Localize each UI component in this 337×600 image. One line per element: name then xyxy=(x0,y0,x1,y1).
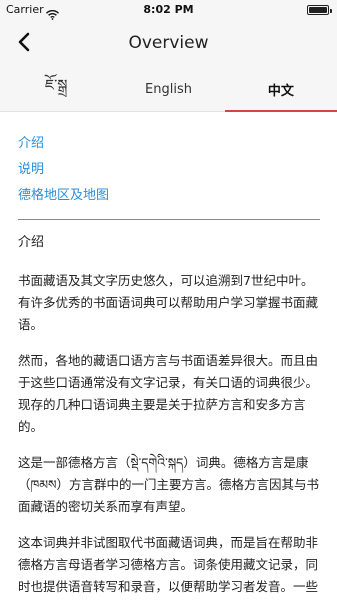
divider xyxy=(18,219,320,220)
clock-label: 8:02 PM xyxy=(143,3,194,16)
language-tabs: ཇོ་སྒྲ English 中文 xyxy=(0,68,337,112)
tab-tibetan[interactable]: ཇོ་སྒྲ xyxy=(0,68,112,111)
status-bar: Carrier 8:02 PM xyxy=(0,0,337,20)
tab-english[interactable]: English xyxy=(112,68,224,111)
tab-chinese[interactable]: 中文 xyxy=(224,68,337,112)
paragraph: 这本词典并非试图取代书面藏语词典，而是旨在帮助非德格方言母语者学习德格方言。词条… xyxy=(18,535,319,594)
toc-link-introduction[interactable]: 介绍 xyxy=(18,131,320,157)
navigation-bar: Overview xyxy=(0,20,337,68)
toc-link-derge-region-map[interactable]: 德格地区及地图 xyxy=(18,183,320,209)
battery-icon xyxy=(307,5,332,15)
paragraph: 然而，各地的藏语口语方言与书面语差异很大。而且由于这些口语通常没有文字记录，有关… xyxy=(18,353,319,434)
page-title: Overview xyxy=(128,33,209,53)
paragraph: 这是一部德格方言（སྡེ་དགེའི་སྐད）词典。德格方言是康（ཁམས）方言群… xyxy=(18,455,319,514)
section-heading: 介绍 xyxy=(18,235,45,250)
paragraph: 书面藏语及其文字历史悠久，可以追溯到7世纪中叶。有许多优秀的书面语词典可以帮助用… xyxy=(18,273,319,332)
table-of-contents: 介绍 说明 德格地区及地图 xyxy=(18,112,320,209)
overview-content: 介绍 说明 德格地区及地图 介绍 书面藏语及其文字历史悠久，可以追溯到7世纪中叶… xyxy=(18,112,320,600)
toc-link-notes[interactable]: 说明 xyxy=(18,157,320,183)
